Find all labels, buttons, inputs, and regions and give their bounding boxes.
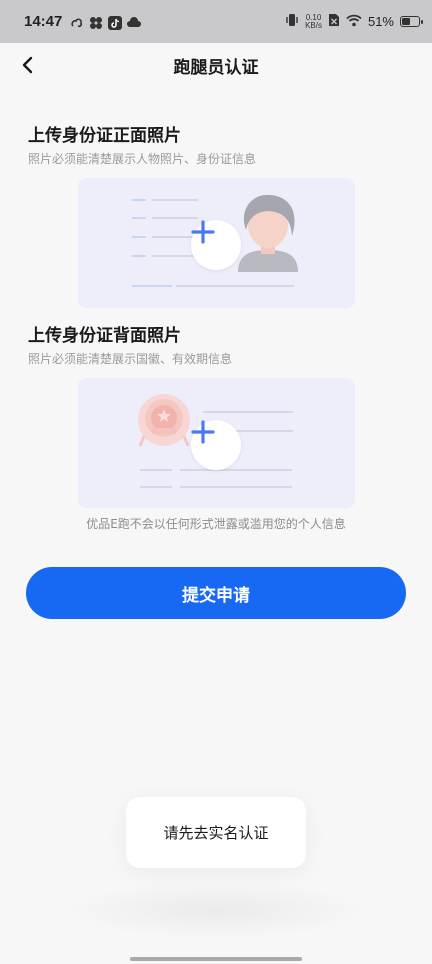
plus-icon: [191, 220, 215, 244]
upload-back-plus-button[interactable]: [191, 420, 241, 470]
toast-message: 请先去实名认证: [126, 797, 306, 868]
id-back-upload-card[interactable]: [78, 378, 355, 508]
battery-icon: [400, 16, 423, 27]
battery-fill: [402, 18, 410, 25]
cloud-icon: [127, 15, 142, 29]
bottom-shadow: [60, 880, 372, 940]
status-bar: 14:47 0.10 KB/s 51%: [0, 0, 432, 43]
id-front-upload-card[interactable]: [78, 178, 355, 308]
notification-icons: [70, 15, 142, 30]
front-section-title: 上传身份证正面照片: [28, 126, 181, 146]
tiktok-icon: [108, 15, 123, 30]
battery-percentage: 51%: [367, 14, 394, 29]
person-avatar-icon: [238, 194, 298, 272]
status-time: 14:47: [24, 13, 63, 30]
page-title: 跑腿员认证: [173, 58, 259, 78]
national-emblem-icon: [138, 394, 190, 447]
net-speed: 0.10 KB/s: [305, 13, 322, 30]
home-indicator[interactable]: [130, 957, 302, 961]
privacy-note: 优品E跑不会以任何形式泄露或滥用您的个人信息: [86, 517, 346, 531]
front-section-hint: 照片必须能清楚展示人物照片、身份证信息: [28, 152, 257, 166]
cloud-sync-icon: [70, 15, 84, 29]
status-right: 0.10 KB/s 51%: [285, 12, 423, 31]
upload-front-plus-button[interactable]: [191, 220, 241, 270]
net-speed-unit: KB/s: [305, 20, 322, 30]
plus-icon: [191, 420, 215, 444]
no-sim-icon: [328, 12, 340, 31]
submit-application-button[interactable]: 提交申请: [26, 567, 406, 619]
back-section-hint: 照片必须能清楚展示国徽、有效期信息: [28, 352, 233, 366]
back-section-title: 上传身份证背面照片: [28, 326, 181, 346]
vibrate-icon: [285, 12, 299, 31]
nav-bar: 跑腿员认证: [0, 43, 432, 87]
flower-app-icon: [89, 15, 103, 29]
wifi-icon: [346, 12, 362, 31]
